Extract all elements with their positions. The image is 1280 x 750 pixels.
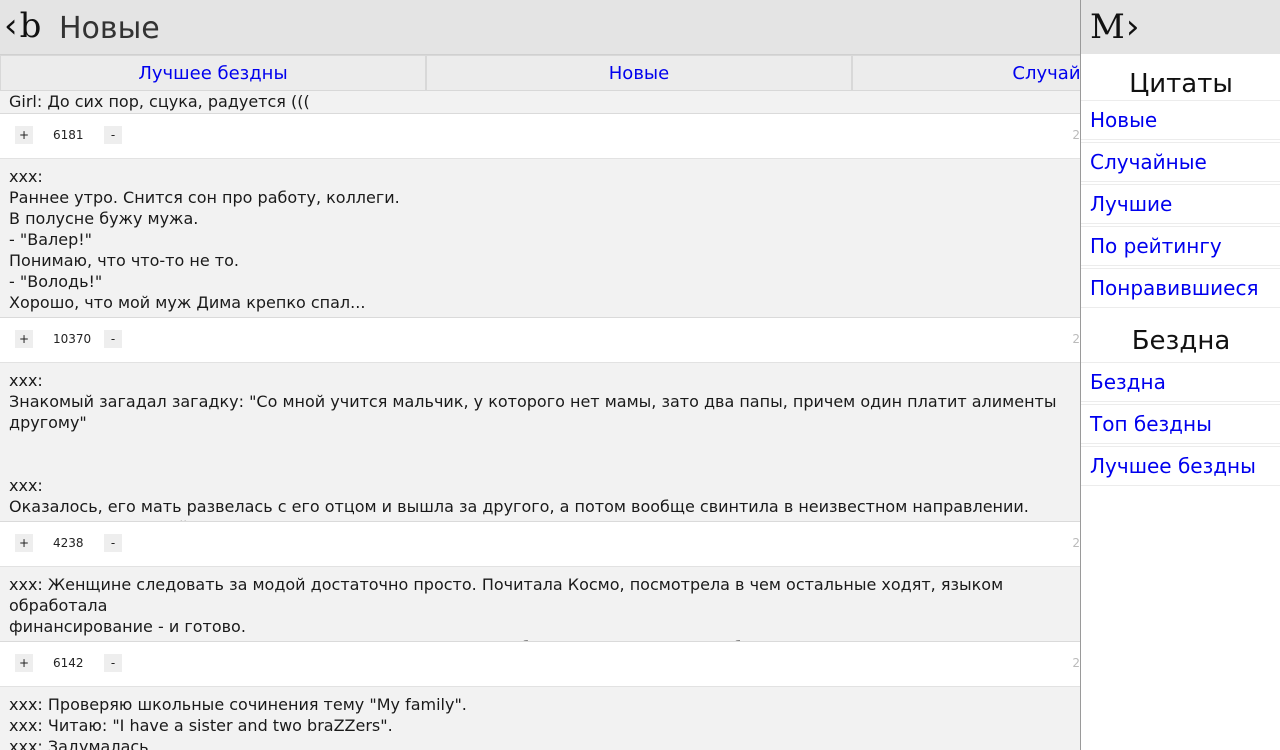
rating-value: 6142: [53, 656, 84, 670]
drawer-logo-glyph: M: [1090, 7, 1125, 47]
tab-best-abyss[interactable]: Лучшее бездны: [0, 55, 426, 91]
drawer-item-by-rating[interactable]: По рейтингу: [1081, 226, 1280, 266]
downvote-button[interactable]: -: [104, 654, 122, 672]
section-title-quotes: Цитаты: [1129, 69, 1233, 99]
rating-value: 10370: [53, 332, 92, 346]
drawer-item-best-abyss[interactable]: Лучшее бездны: [1081, 446, 1280, 486]
section-title-abyss: Бездна: [1131, 326, 1231, 356]
tab-new[interactable]: Новые: [426, 55, 852, 91]
upvote-button[interactable]: +: [15, 126, 33, 144]
downvote-button[interactable]: -: [104, 534, 122, 552]
downvote-button[interactable]: -: [104, 126, 122, 144]
logo-glyph: b: [19, 6, 42, 46]
quote-feed[interactable]: Girl: До сих пор, сцука, радуется ((( + …: [0, 91, 1080, 750]
drawer-item-liked[interactable]: Понравившиеся: [1081, 268, 1280, 308]
rating-value: 4238: [53, 536, 84, 550]
navigation-drawer: M › Цитаты Новые Случайные Лучшие По рей…: [1080, 0, 1280, 750]
quote-text: xxx: Женщине следовать за модой достаточ…: [0, 566, 1080, 642]
quote-date: 2: [1072, 128, 1080, 142]
chevron-right-icon: ›: [1125, 7, 1140, 47]
upvote-button[interactable]: +: [15, 654, 33, 672]
downvote-button[interactable]: -: [104, 330, 122, 348]
quote-date: 2: [1072, 656, 1080, 670]
quote-meta: + 10370 - 2: [0, 318, 1080, 362]
quote-text: xxx: Знакомый загадал загадку: "Со мной …: [0, 362, 1080, 522]
quote-text: xxx: Раннее утро. Снится сон про работу,…: [0, 158, 1080, 318]
quote-meta: + 6181 - 2: [0, 114, 1080, 158]
rating-value: 6181: [53, 128, 84, 142]
drawer-item-top-abyss[interactable]: Топ бездны: [1081, 404, 1280, 444]
chevron-left-icon: ‹: [4, 6, 18, 46]
quote-date: 2: [1072, 536, 1080, 550]
drawer-item-random[interactable]: Случайные: [1081, 142, 1280, 182]
quote-fragment: Girl: До сих пор, сцука, радуется (((: [0, 91, 1080, 114]
upvote-button[interactable]: +: [15, 330, 33, 348]
quote-meta: + 6142 - 2: [0, 642, 1080, 686]
drawer-item-new[interactable]: Новые: [1081, 100, 1280, 140]
quote-text: xxx: Проверяю школьные сочинения тему "M…: [0, 686, 1080, 750]
quote-date: 2: [1072, 332, 1080, 346]
drawer-header[interactable]: M ›: [1081, 0, 1280, 54]
quote-meta: + 4238 - 2: [0, 522, 1080, 566]
upvote-button[interactable]: +: [15, 534, 33, 552]
app-logo-button[interactable]: ‹ b: [4, 2, 41, 50]
drawer-item-best[interactable]: Лучшие: [1081, 184, 1280, 224]
drawer-item-abyss[interactable]: Бездна: [1081, 362, 1280, 402]
page-title: Новые: [59, 10, 160, 46]
